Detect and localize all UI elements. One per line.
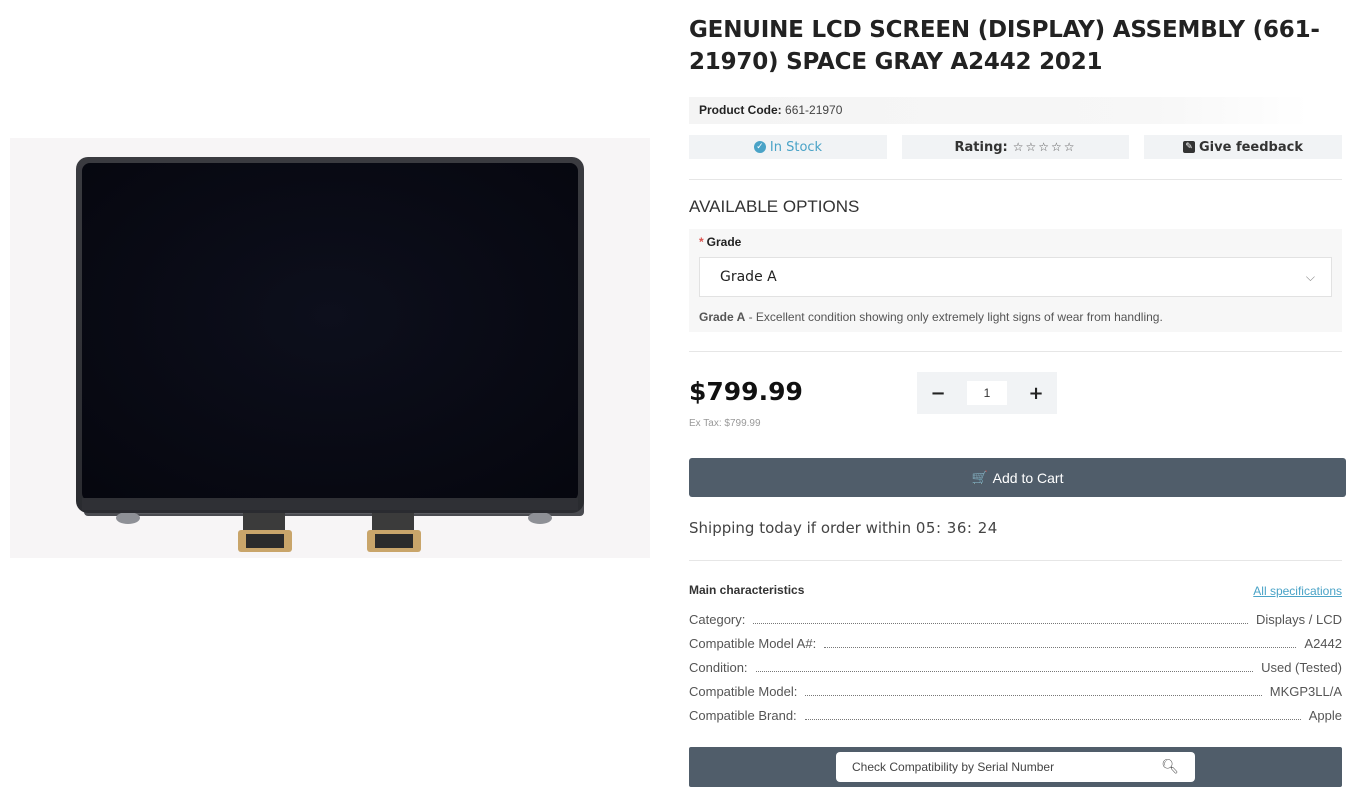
spec-leader	[805, 686, 1262, 696]
spec-key: Category:	[689, 612, 746, 627]
grade-label-text: Grade	[706, 235, 742, 249]
edit-icon: ✎	[1183, 141, 1196, 153]
grade-label: * Grade	[699, 235, 741, 249]
product-title: GENUINE LCD SCREEN (DISPLAY) ASSEMBLY (6…	[689, 17, 1320, 75]
grade-option-box: * Grade Grade A ⌵ Grade A - Excellent con…	[689, 229, 1342, 332]
rating-label: Rating:	[954, 139, 1008, 155]
grade-description-text: - Excellent condition showing only extre…	[745, 310, 1163, 324]
ex-tax-price: Ex Tax: $799.99	[689, 418, 761, 429]
spec-value: A2442	[1304, 636, 1342, 651]
price: $799.99	[689, 377, 803, 406]
give-feedback-button[interactable]: ✎ Give feedback	[1144, 135, 1342, 159]
spec-key: Condition:	[689, 660, 748, 675]
grade-description-bold: Grade A	[699, 310, 746, 324]
spec-row: Condition: Used (Tested)	[689, 660, 1342, 684]
grade-select-value: Grade A	[720, 269, 777, 285]
status-row: ✓ In Stock Rating: ☆☆☆☆☆ ✎ Give feedback	[689, 135, 1342, 159]
spec-leader	[804, 710, 1301, 720]
spec-row: Compatible Model: MKGP3LL/A	[689, 684, 1342, 708]
grade-description: Grade A - Excellent condition showing on…	[699, 310, 1163, 324]
quantity-decrease-button[interactable]: −	[917, 372, 959, 414]
serial-number-placeholder: Check Compatibility by Serial Number	[852, 760, 1055, 774]
specs-list: Category: Displays / LCD Compatible Model…	[689, 612, 1342, 732]
spec-row: Compatible Brand: Apple	[689, 708, 1342, 732]
basket-icon: 🛒	[971, 469, 988, 485]
quantity-stepper: − +	[917, 372, 1057, 414]
divider	[689, 560, 1342, 561]
compatibility-check-bar: Check Compatibility by Serial Number 🔍︎	[689, 747, 1342, 787]
check-circle-icon: ✓	[753, 141, 766, 153]
shipping-text: Shipping today if order within	[689, 519, 916, 537]
all-specifications-link[interactable]: All specifications	[1253, 584, 1342, 598]
product-code: Product Code: 661-21970	[689, 97, 1309, 124]
spec-key: Compatible Model A#:	[689, 636, 817, 651]
available-options-title: AVAILABLE OPTIONS	[689, 197, 860, 216]
spec-leader	[753, 614, 1249, 624]
product-code-label: Product Code:	[699, 103, 782, 117]
spec-value: Used (Tested)	[1261, 660, 1342, 675]
product-image[interactable]	[0, 0, 660, 796]
spec-value: Apple	[1308, 708, 1342, 723]
stock-label: In Stock	[769, 139, 823, 155]
grade-select[interactable]: Grade A ⌵	[699, 257, 1332, 297]
spec-key: Compatible Brand:	[689, 708, 797, 723]
chevron-down-icon: ⌵	[1305, 270, 1315, 284]
spec-value: MKGP3LL/A	[1269, 684, 1342, 699]
add-to-cart-button[interactable]: 🛒 Add to Cart	[689, 458, 1346, 497]
spec-key: Compatible Model:	[689, 684, 798, 699]
quantity-increase-button[interactable]: +	[1015, 372, 1057, 414]
rating-stars[interactable]: ☆☆☆☆☆	[1013, 140, 1077, 154]
shipping-countdown: Shipping today if order within 05: 36: 2…	[689, 519, 998, 537]
serial-number-search-input[interactable]: Check Compatibility by Serial Number 🔍︎	[836, 752, 1195, 782]
spec-row: Compatible Model A#: A2442	[689, 636, 1342, 660]
stock-badge: ✓ In Stock	[689, 135, 887, 159]
required-mark: *	[699, 235, 704, 249]
divider	[689, 351, 1342, 352]
spec-row: Category: Displays / LCD	[689, 612, 1342, 636]
spec-value: Displays / LCD	[1256, 612, 1342, 627]
add-to-cart-label: Add to Cart	[992, 469, 1064, 486]
spec-leader	[824, 638, 1297, 648]
divider	[689, 179, 1342, 180]
shipping-timer: 05: 36: 24	[915, 519, 998, 537]
product-code-value: 661-21970	[785, 103, 843, 117]
give-feedback-label: Give feedback	[1199, 139, 1303, 155]
main-characteristics-title: Main characteristics	[689, 583, 805, 597]
spec-leader	[755, 662, 1254, 672]
lcd-screen-image	[10, 138, 650, 558]
rating-chip: Rating: ☆☆☆☆☆	[902, 135, 1129, 159]
quantity-input[interactable]	[967, 381, 1007, 405]
search-icon[interactable]: 🔍︎	[1161, 758, 1179, 775]
